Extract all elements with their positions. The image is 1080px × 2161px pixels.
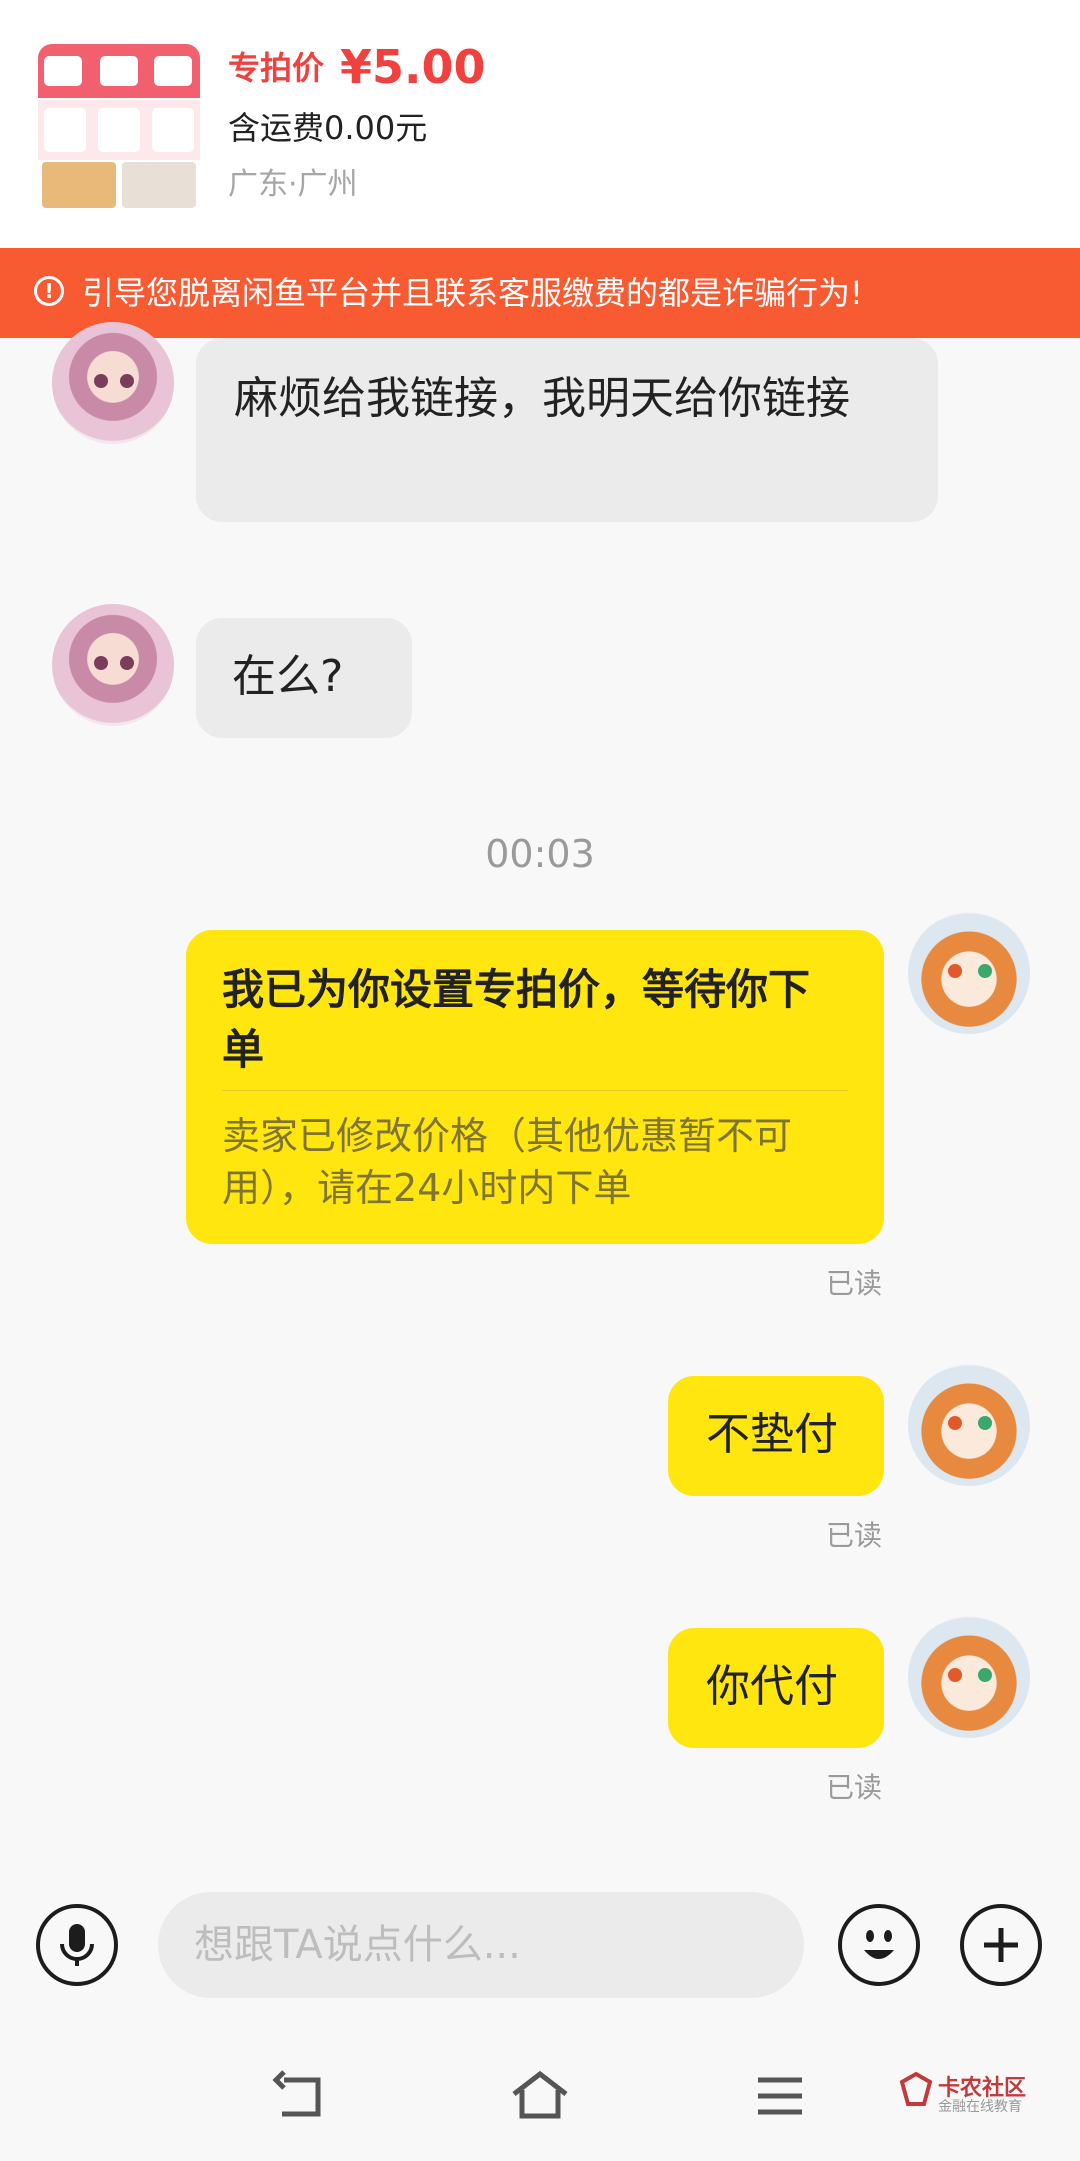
seller-location: 广东·广州 (228, 167, 358, 202)
my-avatar[interactable] (908, 912, 1030, 1034)
my-avatar[interactable] (908, 1616, 1030, 1738)
watermark-logo (898, 2070, 934, 2110)
price-value: ¥5.00 (340, 40, 486, 94)
card-description: 卖家已修改价格（其他优惠暂不可用），请在24小时内下单 (222, 1114, 793, 1210)
read-receipt: 已读 (826, 1519, 883, 1552)
back-icon (272, 2070, 321, 2117)
message-text: 在么? (232, 651, 344, 702)
my-avatar[interactable] (908, 1364, 1030, 1486)
voice-button[interactable] (36, 1904, 118, 1986)
message-bubble-incoming[interactable]: 在么? (196, 618, 412, 738)
fraud-warning-text: 引导您脱离闲鱼平台并且联系客服缴费的都是诈骗行为! (82, 274, 863, 312)
product-thumbnail[interactable] (38, 44, 200, 210)
read-receipt: 已读 (826, 1771, 883, 1804)
special-price-card[interactable]: 我已为你设置专拍价，等待你下单 卖家已修改价格（其他优惠暂不可用），请在24小时… (186, 930, 884, 1244)
card-divider (222, 1090, 848, 1091)
message-bubble-outgoing[interactable]: 不垫付 (668, 1376, 884, 1496)
fraud-warning-bar: ! 引导您脱离闲鱼平台并且联系客服缴费的都是诈骗行为! (0, 248, 1080, 338)
shipping-fee: 含运费0.00元 (228, 109, 428, 147)
emoji-icon (864, 1930, 894, 1959)
nav-menu-button[interactable] (750, 2068, 810, 2124)
price-label: 专拍价 (228, 49, 325, 87)
message-input[interactable]: 想跟TA说点什么... (158, 1892, 804, 1998)
message-text: 麻烦给我链接，我明天给你链接 (234, 373, 850, 424)
emoji-button[interactable] (838, 1904, 920, 1986)
message-bubble-incoming[interactable]: 麻烦给我链接，我明天给你链接 (196, 338, 938, 522)
read-receipt: 已读 (826, 1267, 883, 1300)
nav-home-button[interactable] (510, 2068, 570, 2124)
product-header[interactable]: 专拍价 ¥5.00 含运费0.00元 广东·广州 (0, 0, 1080, 248)
contact-avatar[interactable] (52, 322, 174, 444)
card-title: 我已为你设置专拍价，等待你下单 (222, 965, 811, 1074)
chat-timestamp: 00:03 (485, 832, 595, 876)
more-button[interactable] (960, 1904, 1042, 1986)
exclamation-circle-icon: ! (34, 276, 64, 306)
message-text: 不垫付 (706, 1409, 838, 1460)
contact-avatar[interactable] (52, 604, 174, 726)
home-icon (512, 2070, 568, 2119)
watermark-subtext: 金融在线教育 (938, 2099, 1022, 2115)
message-bubble-outgoing[interactable]: 你代付 (668, 1628, 884, 1748)
nav-back-button[interactable] (270, 2068, 330, 2124)
plus-icon (984, 1928, 1018, 1962)
menu-icon (758, 2077, 802, 2115)
microphone-icon (60, 1924, 94, 1966)
message-text: 你代付 (706, 1661, 838, 1712)
